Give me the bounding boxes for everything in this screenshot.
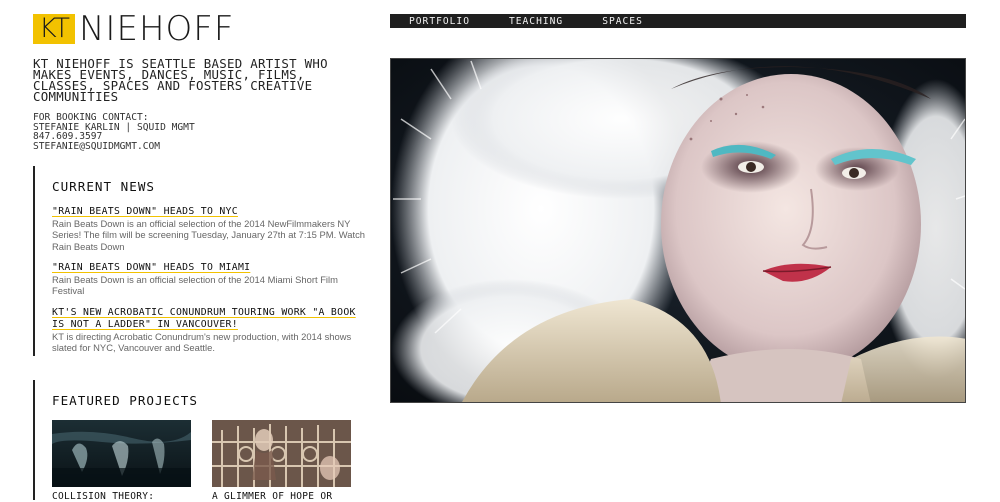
- booking-contact: FOR BOOKING CONTACT: STEFANIE KARLIN | S…: [33, 113, 333, 152]
- section-title: FEATURED PROJECTS: [52, 393, 198, 408]
- news-item: "RAIN BEATS DOWN" HEADS TO NYC Rain Beat…: [52, 206, 370, 252]
- project-thumbnail[interactable]: [52, 420, 191, 487]
- section-title: CURRENT NEWS: [52, 179, 155, 194]
- news-body: Rain Beats Down is an official selection…: [52, 218, 365, 252]
- booking-email[interactable]: STEFANIE@SQUIDMGMT.COM: [33, 142, 333, 152]
- featured-projects-section: FEATURED PROJECTS COLLISION THEORY: A GL…: [33, 380, 370, 502]
- news-headline-link[interactable]: KT'S NEW ACROBATIC CONUNDRUM TOURING WOR…: [52, 307, 370, 331]
- nav-item-portfolio[interactable]: PORTFOLIO: [409, 16, 470, 27]
- news-body: KT is directing Acrobatic Conundrum's ne…: [52, 331, 352, 354]
- project-card[interactable]: COLLISION THEORY:: [52, 420, 191, 502]
- main-nav: PORTFOLIO TEACHING SPACES: [390, 14, 966, 28]
- nav-item-teaching[interactable]: TEACHING: [509, 16, 563, 27]
- news-headline-link[interactable]: "RAIN BEATS DOWN" HEADS TO NYC: [52, 206, 370, 218]
- logo-mark: KT: [33, 14, 75, 44]
- project-thumbnail[interactable]: [212, 420, 351, 487]
- news-item: "RAIN BEATS DOWN" HEADS TO MIAMI Rain Be…: [52, 262, 370, 297]
- logo-text: NIEHOFF: [79, 9, 235, 49]
- project-title[interactable]: A GLIMMER OF HOPE OR: [212, 491, 351, 502]
- artist-tagline: KT NIEHOFF IS SEATTLE BASED ARTIST WHO M…: [33, 56, 328, 104]
- project-card[interactable]: A GLIMMER OF HOPE OR: [212, 420, 351, 502]
- hero-image: [390, 58, 966, 403]
- news-item: KT'S NEW ACROBATIC CONUNDRUM TOURING WOR…: [52, 307, 370, 354]
- current-news-section: CURRENT NEWS "RAIN BEATS DOWN" HEADS TO …: [33, 166, 370, 356]
- project-title[interactable]: COLLISION THEORY:: [52, 491, 191, 502]
- news-body: Rain Beats Down is an official selection…: [52, 274, 338, 297]
- nav-item-spaces[interactable]: SPACES: [602, 16, 643, 27]
- news-headline-link[interactable]: "RAIN BEATS DOWN" HEADS TO MIAMI: [52, 262, 370, 274]
- site-logo[interactable]: KT NIEHOFF: [33, 9, 235, 49]
